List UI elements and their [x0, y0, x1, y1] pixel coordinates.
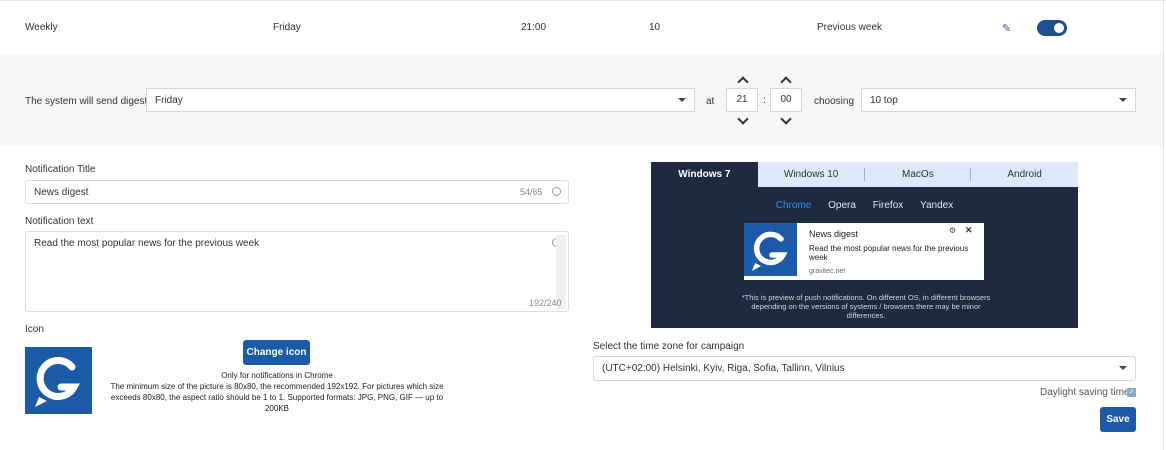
timezone-label: Select the time zone for campaign [593, 341, 745, 352]
tab-macos[interactable]: MacOs [865, 162, 972, 187]
browser-yandex[interactable]: Yandex [920, 200, 953, 211]
timezone-select[interactable]: (UTC+02:00) Helsinki, Kyiv, Riga, Sofia,… [593, 356, 1136, 381]
icon-hint-chrome: Only for notifications in Chrome [221, 371, 333, 380]
dst-label: Daylight saving time [1040, 387, 1130, 398]
os-tabs: Windows 7 Windows 10 MacOs Android [651, 162, 1078, 187]
browser-firefox[interactable]: Firefox [873, 200, 904, 211]
close-icon[interactable]: ✕ [965, 225, 973, 236]
tab-windows-10[interactable]: Windows 10 [758, 162, 865, 187]
title-input-value: News digest [34, 187, 89, 198]
notification-site: gravitec.net [809, 268, 846, 275]
brand-logo-icon [25, 347, 92, 414]
summary-time: 21:00 [521, 22, 547, 33]
text-textarea-value: Read the most popular news for the previ… [34, 238, 260, 249]
save-button[interactable]: Save [1100, 407, 1136, 432]
choosing-select-value: 10 top [870, 95, 898, 106]
text-label: Notification text [25, 216, 94, 227]
title-input[interactable]: News digest [25, 180, 569, 204]
summary-frequency: Weekly [25, 22, 58, 33]
text-counter: 192/240 [529, 298, 562, 308]
gear-icon[interactable]: ⚙ [949, 226, 956, 235]
dst-checkbox[interactable]: ✓ [1127, 388, 1136, 397]
text-textarea[interactable]: Read the most popular news for the previ… [25, 231, 569, 312]
hours-input[interactable]: 21 [726, 88, 758, 112]
timezone-select-value: (UTC+02:00) Helsinki, Kyiv, Riga, Sofia,… [602, 363, 845, 374]
tab-android[interactable]: Android [971, 162, 1078, 187]
notification-title: News digest [809, 229, 859, 239]
edit-pencil-icon[interactable]: ✎ [1002, 22, 1011, 35]
icon-label: Icon [25, 324, 44, 335]
chevron-down-icon [1119, 366, 1127, 370]
summary-count: 10 [649, 22, 661, 33]
browser-tabs: Chrome Opera Firefox Yandex [651, 200, 1078, 211]
top-border [0, 0, 1166, 1]
browser-chrome[interactable]: Chrome [776, 200, 812, 211]
summary-period: Previous week [817, 22, 883, 33]
emoji-icon[interactable] [552, 187, 561, 196]
right-border [1163, 0, 1164, 450]
choosing-select[interactable]: 10 top [861, 88, 1136, 112]
browser-opera[interactable]: Opera [828, 200, 856, 211]
time-colon: : [763, 95, 766, 106]
day-select[interactable]: Friday [146, 88, 695, 112]
enabled-toggle[interactable] [1037, 20, 1067, 36]
change-icon-button[interactable]: Change icon [243, 340, 310, 365]
summary-day: Friday [273, 22, 301, 33]
notification-logo-icon [744, 223, 797, 276]
notification-body: Read the most popular news for the previ… [809, 244, 969, 262]
preview-note: *This is preview of push notifications. … [741, 293, 991, 320]
at-label: at [706, 96, 715, 107]
chevron-down-icon [678, 98, 686, 102]
chevron-down-icon [1119, 98, 1127, 102]
day-select-value: Friday [155, 95, 183, 106]
push-preview-panel: Windows 7 Windows 10 MacOs Android Chrom… [651, 162, 1078, 328]
send-digest-label: The system will send digest [25, 96, 148, 107]
toggle-knob [1054, 23, 1064, 33]
choosing-label: choosing [814, 96, 855, 107]
minutes-input[interactable]: 00 [770, 88, 802, 112]
icon-hint-requirements: The minimum size of the picture is 80x80… [110, 382, 444, 413]
title-counter: 54/65 [520, 187, 543, 197]
tab-windows-7[interactable]: Windows 7 [651, 162, 758, 187]
title-label: Notification Title [25, 164, 96, 175]
notification-preview: News digest Read the most popular news f… [744, 223, 984, 280]
